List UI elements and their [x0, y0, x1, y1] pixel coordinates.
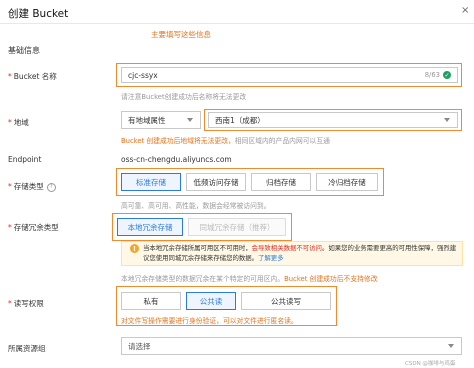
acl-public-read-write-button[interactable]: 公共读写	[241, 292, 331, 310]
storage-standard-button[interactable]: 标准存储	[121, 173, 181, 191]
section-basic-title: 基础信息	[8, 46, 40, 55]
acl-public-read-button[interactable]: 公共读	[186, 292, 236, 310]
redundancy-zrs-button[interactable]: 同城冗余存储（推荐）	[188, 218, 286, 236]
annotation-top: 主要填写这些信息	[151, 30, 211, 39]
learn-more-link[interactable]: 了解更多	[258, 254, 284, 262]
watermark: CSDN @咖啡与鸡蛋	[405, 361, 456, 367]
storage-class-help: 高可靠、高可用、高性能，数据会经常被访问到。	[121, 202, 271, 210]
endpoint-label: Endpoint	[8, 155, 42, 164]
resource-group-placeholder: 请选择	[128, 341, 151, 351]
chevron-down-icon	[187, 118, 193, 122]
acl-private-button[interactable]: 私有	[121, 292, 181, 310]
bucket-name-label: * Bucket 名称	[8, 72, 57, 81]
storage-ia-button[interactable]: 低频访问存储	[186, 173, 246, 191]
redundancy-help: 本地冗余存储类型的数据冗余在某个特定的可用区内。Bucket 创建成功后不支持修…	[121, 275, 378, 283]
acl-label: * 读写权限	[8, 299, 44, 308]
region-select[interactable]: 西南1（成都）	[208, 112, 458, 128]
storage-class-label: * 存储类型?	[8, 181, 56, 192]
region-label: * 地域	[8, 118, 29, 127]
region-value: 西南1（成都）	[215, 115, 265, 125]
header-divider	[0, 23, 474, 24]
chevron-down-icon	[444, 118, 450, 122]
region-type-select[interactable]: 有地域属性	[121, 111, 201, 129]
region-type-value: 有地域属性	[128, 115, 166, 125]
endpoint-value: oss-cn-chengdu.aliyuncs.com	[121, 155, 232, 164]
redundancy-label: * 存储冗余类型	[8, 223, 59, 232]
warning-icon: !	[130, 244, 139, 253]
close-icon[interactable]: ×	[461, 5, 469, 16]
region-help: Bucket 创建成功后地域将无法更改，相同区域内的产品内网可以互通	[121, 137, 330, 145]
redundancy-warning-text: 当本地冗余存储所属可用区不可用时，会导致相关数据不可访问。如果您的业务需要更高的…	[143, 244, 457, 262]
bucket-name-help: 请注意Bucket创建成功后名称将无法更改	[121, 93, 247, 101]
dialog-title: 创建 Bucket	[8, 8, 69, 20]
acl-help: 对文件写操作需要进行身份验证，可以对文件进行匿名读。	[121, 317, 298, 325]
bucket-name-value: cjc-ssyx	[128, 70, 158, 80]
help-icon[interactable]: ?	[46, 182, 56, 192]
bucket-name-input[interactable]: cjc-ssyx 8/63 ✓	[121, 67, 458, 83]
chevron-down-icon	[448, 344, 454, 348]
check-icon: ✓	[443, 71, 451, 79]
resource-group-select[interactable]: 请选择	[121, 337, 462, 355]
resource-group-label: 所属资源组	[8, 344, 46, 353]
storage-coldarchive-button[interactable]: 冷归档存储	[316, 173, 378, 191]
storage-archive-button[interactable]: 归档存储	[251, 173, 311, 191]
redundancy-lrs-button[interactable]: 本地冗余存储	[117, 218, 183, 236]
bucket-name-counter: 8/63	[424, 71, 440, 79]
